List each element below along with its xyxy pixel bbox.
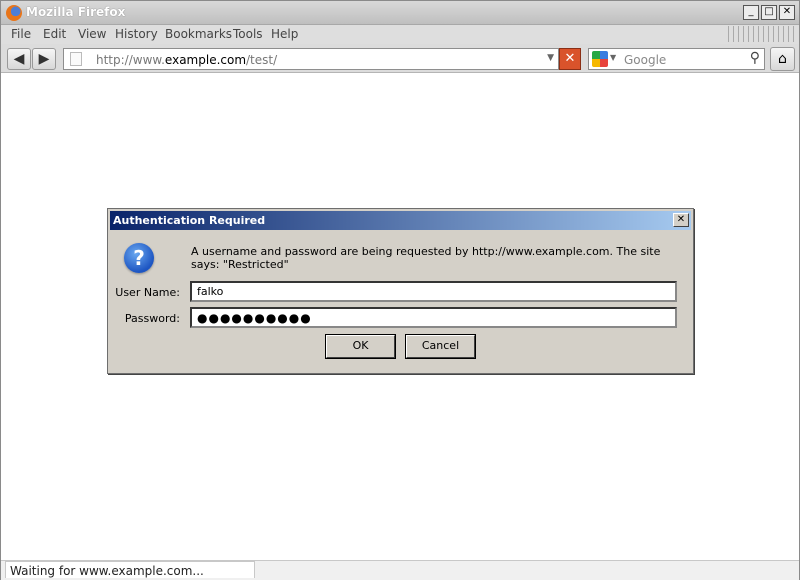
title-bar: Mozilla Firefox _ □ ✕ bbox=[1, 1, 799, 25]
minimize-button[interactable]: _ bbox=[743, 5, 759, 20]
dialog-message: A username and password are being reques… bbox=[191, 245, 661, 271]
menu-bookmarks[interactable]: Bookmarks bbox=[165, 27, 232, 41]
google-icon[interactable] bbox=[592, 51, 608, 67]
password-field[interactable]: ●●●●●●●●●● bbox=[190, 307, 677, 328]
menu-history[interactable]: History bbox=[115, 27, 158, 41]
password-value: ●●●●●●●●●● bbox=[197, 311, 312, 325]
status-bar: Waiting for www.example.com... bbox=[1, 560, 799, 580]
dialog-title: Authentication Required bbox=[113, 214, 266, 227]
maximize-button[interactable]: □ bbox=[761, 5, 777, 20]
page-icon bbox=[70, 52, 82, 66]
back-arrow-icon[interactable]: ◀ bbox=[7, 48, 31, 70]
home-icon[interactable]: ⌂ bbox=[770, 47, 795, 71]
auth-dialog: Authentication Required ✕ ? A username a… bbox=[107, 208, 694, 374]
search-placeholder: Google bbox=[624, 53, 667, 67]
url-bar[interactable]: http://www.example.com/test/ ▼ bbox=[63, 48, 559, 70]
username-label: User Name: bbox=[115, 286, 180, 299]
search-icon[interactable]: ⚲ bbox=[750, 50, 760, 66]
ok-button[interactable]: OK bbox=[325, 334, 396, 359]
username-value: falko bbox=[197, 285, 224, 298]
menu-help[interactable]: Help bbox=[271, 27, 298, 41]
url-text: http://www.example.com/test/ bbox=[96, 53, 278, 67]
menu-view[interactable]: View bbox=[78, 27, 106, 41]
chevron-down-icon[interactable]: ▼ bbox=[547, 53, 554, 63]
question-icon: ? bbox=[124, 243, 154, 273]
window-title: Mozilla Firefox bbox=[26, 5, 126, 19]
menu-file[interactable]: File bbox=[11, 27, 31, 41]
forward-arrow-icon[interactable]: ▶ bbox=[32, 48, 56, 70]
password-label: Password: bbox=[124, 312, 180, 325]
close-button[interactable]: ✕ bbox=[779, 5, 795, 20]
username-field[interactable]: falko bbox=[190, 281, 677, 302]
menu-bar: File Edit View History Bookmarks Tools H… bbox=[1, 25, 799, 44]
status-text: Waiting for www.example.com... bbox=[5, 561, 255, 578]
search-engine-dropdown-icon[interactable]: ▼ bbox=[610, 53, 616, 62]
dialog-title-bar: Authentication Required ✕ bbox=[110, 211, 691, 230]
toolbar-grip bbox=[728, 26, 794, 42]
dialog-close-button[interactable]: ✕ bbox=[673, 213, 689, 227]
cancel-button[interactable]: Cancel bbox=[405, 334, 476, 359]
stop-icon[interactable]: ✕ bbox=[559, 48, 581, 70]
navigation-toolbar: ◀ ▶ http://www.example.com/test/ ▼ ✕ ▼ G… bbox=[1, 44, 799, 73]
search-bar[interactable]: ▼ Google ⚲ bbox=[588, 48, 765, 70]
menu-edit[interactable]: Edit bbox=[43, 27, 66, 41]
menu-tools[interactable]: Tools bbox=[233, 27, 263, 41]
window-controls: _ □ ✕ bbox=[743, 5, 795, 20]
firefox-logo-icon bbox=[6, 5, 22, 21]
